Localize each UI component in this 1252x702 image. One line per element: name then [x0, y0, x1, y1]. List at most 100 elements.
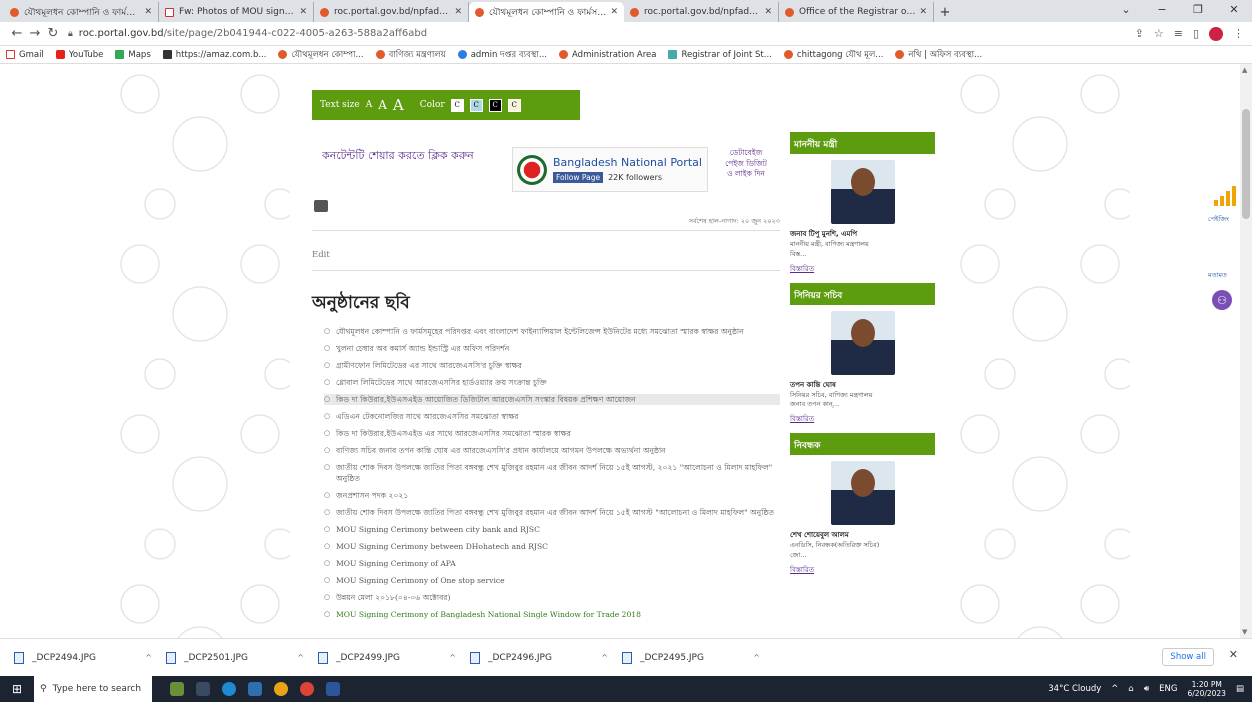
accessibility-icon[interactable]: ⚇	[1212, 290, 1232, 310]
network-icon[interactable]: ⌂	[1128, 684, 1133, 694]
event-link[interactable]: যৌথমূলধন কোম্পানি ও ফার্মসমূহের পরিদপ্তর…	[324, 326, 780, 337]
download-item[interactable]: _DCP2501.JPG ^	[166, 651, 318, 664]
details-link[interactable]: বিস্তারিত	[790, 564, 935, 576]
close-tab-icon[interactable]: ✕	[764, 7, 772, 17]
url-input[interactable]: 🔒︎ roc.portal.gov.bd/site/page/2b041944-…	[68, 25, 1135, 43]
show-all-button[interactable]: Show all	[1162, 648, 1214, 666]
event-link[interactable]: খুলনা চেম্বার অব কমার্স অ্যান্ড ইন্ডাস্ট…	[324, 343, 780, 354]
back-icon[interactable]: ←	[8, 26, 26, 41]
bookmark-item[interactable]: Maps	[115, 50, 151, 60]
bookmark-star-icon[interactable]: ☆	[1154, 27, 1164, 40]
page-scrollbar[interactable]: ▲ ▼	[1240, 64, 1252, 638]
browser-tab-active[interactable]: যৌথমূলধন কোম্পানি ও ফার্মসমূহের পরিদপ্তর…	[469, 2, 624, 22]
scroll-up-icon[interactable]: ▲	[1242, 66, 1247, 74]
color-white-swatch[interactable]: C	[450, 98, 464, 112]
details-link[interactable]: বিস্তারিত	[790, 413, 935, 425]
event-link[interactable]: উন্নয়ন মেলা ২০১৮(০৪-০৬ অক্টোবর)	[324, 592, 780, 603]
scrollbar-thumb[interactable]	[1242, 109, 1250, 219]
chevron-up-icon[interactable]: ^	[297, 653, 304, 662]
close-tab-icon[interactable]: ✕	[144, 7, 152, 17]
bookmark-item[interactable]: নথি | অফিস ব্যবস্থা...	[895, 48, 982, 62]
taskbar-search-input[interactable]: ⚲ Type here to search	[34, 676, 152, 702]
firefox-icon[interactable]	[274, 682, 288, 696]
widget-icon[interactable]	[170, 682, 184, 696]
browser-tab[interactable]: Fw: Photos of MOU signing ceremony✕	[159, 2, 314, 22]
close-tab-icon[interactable]: ✕	[919, 7, 927, 17]
color-black-swatch[interactable]: C	[488, 98, 502, 112]
download-item[interactable]: _DCP2496.JPG ^	[470, 651, 622, 664]
close-tab-icon[interactable]: ✕	[299, 7, 307, 17]
bookmark-item[interactable]: Gmail	[6, 50, 44, 60]
share-icon[interactable]: ⇪	[1135, 27, 1144, 40]
facebook-page-widget[interactable]: Bangladesh National Portal Follow Page 22…	[512, 147, 708, 192]
download-item[interactable]: _DCP2494.JPG ^	[14, 651, 166, 664]
chevron-up-icon[interactable]: ^	[601, 653, 608, 662]
edge-icon[interactable]	[222, 682, 236, 696]
side-panel-icon[interactable]: ▯	[1193, 27, 1199, 40]
task-view-icon[interactable]	[196, 682, 210, 696]
details-link[interactable]: বিস্তারিত	[790, 263, 935, 275]
windows-start-icon[interactable]: ⊞	[0, 682, 34, 696]
event-link[interactable]: এডিএন টেকনোলজির সাথে আরজেএসসির সমঝোতা স্…	[324, 411, 780, 422]
feedback-link[interactable]: মতামত	[1208, 270, 1227, 281]
portal-like-link[interactable]: ডেটাবেইজ পেইজ ডিজিট ও লাইক দিন	[722, 148, 770, 180]
weather-widget[interactable]: 34°C Cloudy	[1048, 684, 1101, 694]
minimize-button[interactable]: −	[1144, 0, 1180, 22]
browser-tab[interactable]: Office of the Registrar of Joint St...✕	[779, 2, 934, 22]
bookmark-item[interactable]: বাণিজ্য মন্ত্রণালয়	[375, 48, 446, 62]
notifications-icon[interactable]: ▤	[1236, 684, 1244, 694]
bookmark-item[interactable]: admin দপ্তর ব্যবস্থা...	[457, 48, 547, 62]
bookmark-item[interactable]: chittagong যৌথ মূল...	[783, 48, 883, 62]
download-item[interactable]: _DCP2499.JPG ^	[318, 651, 470, 664]
event-link[interactable]: কিড দা কিউরার,ইউএসএইড আয়োজিত ডিজিটাল আর…	[324, 394, 780, 405]
event-link[interactable]: জনপ্রশাসন পদক ২০২১	[324, 490, 780, 501]
chevron-up-icon[interactable]: ^	[145, 653, 152, 662]
text-size-small-button[interactable]: A	[366, 100, 373, 110]
rating-link[interactable]: পেইজিং	[1208, 214, 1229, 225]
event-link[interactable]: MOU Signing Cerimony of APA	[324, 558, 780, 569]
event-link[interactable]: MOU Signing Cerimony of One stop service	[324, 575, 780, 586]
lock-icon[interactable]: 🔒︎	[68, 29, 73, 39]
event-link[interactable]: MOU Signing Cerimony between DHohatech a…	[324, 541, 780, 552]
event-link[interactable]: কিড দা কিউরার,ইউএসএইড এর সাথে আরজেএসসির …	[324, 428, 780, 439]
browser-tab[interactable]: roc.portal.gov.bd/npfadmin/public✕	[314, 2, 469, 22]
bookmark-item[interactable]: Administration Area	[559, 50, 656, 60]
bookmark-item[interactable]: Registrar of Joint St...	[668, 50, 772, 60]
text-size-medium-button[interactable]: A	[378, 98, 387, 112]
reading-list-icon[interactable]: ≡	[1174, 27, 1183, 40]
clock[interactable]: 1:20 PM 6/20/2023	[1188, 680, 1226, 699]
portal-name[interactable]: Bangladesh National Portal	[553, 156, 702, 169]
bookmark-item[interactable]: যৌথমূলধন কোম্পা...	[278, 48, 364, 62]
profile-avatar[interactable]	[1209, 26, 1223, 41]
close-window-button[interactable]: ✕	[1216, 0, 1252, 22]
color-blue-swatch[interactable]: C	[469, 98, 483, 112]
share-link[interactable]: কনটেন্টটি শেয়ার করতে ক্লিক করুন	[322, 147, 474, 166]
restore-button[interactable]: ❐	[1180, 0, 1216, 22]
tray-chevron-icon[interactable]: ^	[1111, 684, 1118, 694]
store-icon[interactable]	[248, 682, 262, 696]
download-item[interactable]: _DCP2495.JPG ^	[622, 651, 774, 664]
close-tab-icon[interactable]: ✕	[610, 7, 618, 17]
event-link[interactable]: জাতীয় শোক দিবস উপলক্ষে জাতির পিতা বঙ্গব…	[324, 507, 780, 518]
word-icon[interactable]	[326, 682, 340, 696]
scroll-down-icon[interactable]: ▼	[1242, 628, 1247, 636]
bookmark-item[interactable]: YouTube	[55, 50, 103, 60]
event-link[interactable]: গ্লোবাল লিমিটেডের সাথে আরজেএসসির হার্ডওয…	[324, 377, 780, 388]
follow-page-button[interactable]: Follow Page	[553, 172, 604, 183]
edit-link[interactable]: Edit	[312, 250, 330, 260]
language-indicator[interactable]: ENG	[1159, 684, 1177, 694]
text-size-large-button[interactable]: A	[393, 96, 404, 114]
volume-icon[interactable]: 🔊︎	[1144, 684, 1149, 694]
chrome-icon[interactable]	[300, 682, 314, 696]
event-link[interactable]: জাতীয় শোক দিবস উপলক্ষে জাতির পিতা বঙ্গব…	[324, 462, 780, 484]
menu-kebab-icon[interactable]: ⋮	[1233, 27, 1244, 40]
chevron-up-icon[interactable]: ^	[449, 653, 456, 662]
close-tab-icon[interactable]: ✕	[454, 7, 462, 17]
browser-tab[interactable]: যৌথমূলধন কোম্পানি ও ফার্মসমূহের পরিদপ্তর…	[4, 2, 159, 22]
new-tab-button[interactable]: +	[934, 2, 956, 22]
event-link[interactable]: MOU Signing Cerimony of Bangladesh Natio…	[324, 609, 780, 620]
tab-search-button[interactable]: ⌄	[1108, 0, 1144, 22]
event-link[interactable]: বাণিজ্য সচিব জনাব তপন কান্তি ঘোষ এর আরজে…	[324, 445, 780, 456]
browser-tab[interactable]: roc.portal.gov.bd/npfadmin/public✕	[624, 2, 779, 22]
event-link[interactable]: MOU Signing Cerimony between city bank a…	[324, 524, 780, 535]
